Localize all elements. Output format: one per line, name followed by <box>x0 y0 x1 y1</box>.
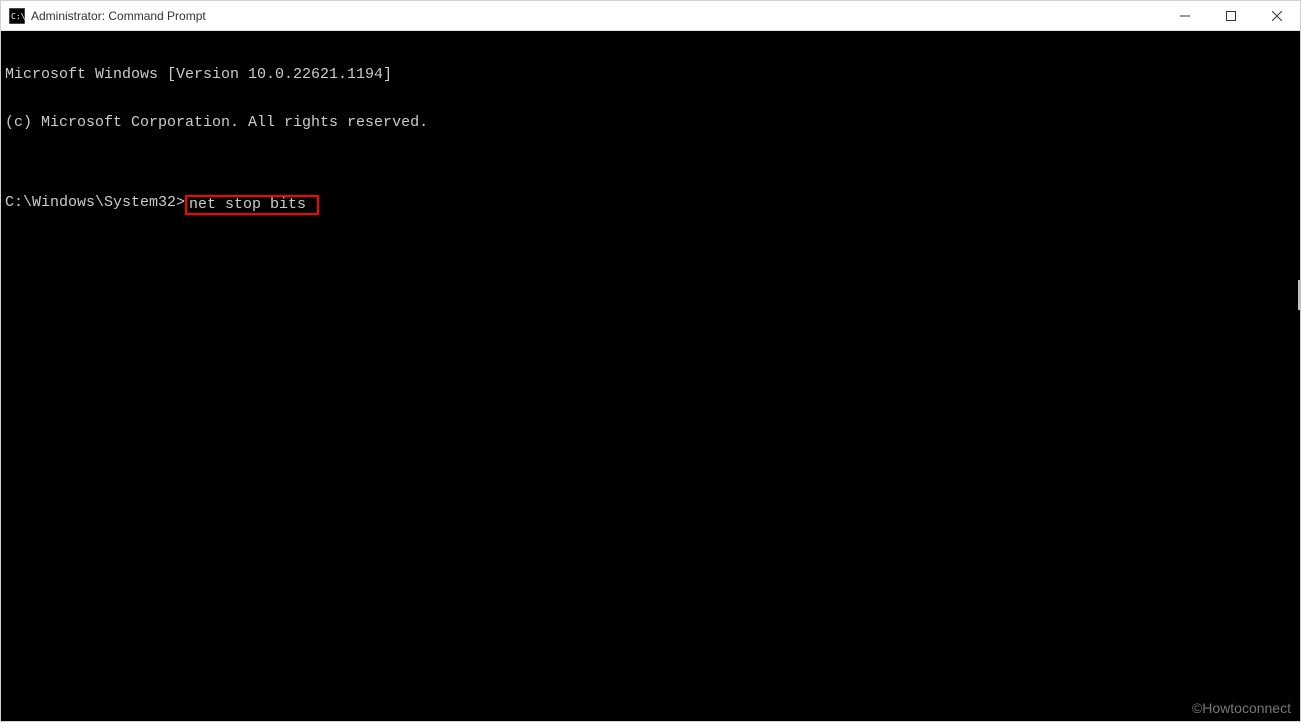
command-prompt-window: C:\ Administrator: Command Prompt <box>0 0 1301 722</box>
console-line-version: Microsoft Windows [Version 10.0.22621.11… <box>5 67 1296 83</box>
console-command: net stop bits <box>189 196 306 213</box>
console-prompt-line: C:\Windows\System32>net stop bits <box>5 195 1296 215</box>
titlebar[interactable]: C:\ Administrator: Command Prompt <box>1 1 1300 31</box>
window-controls <box>1162 1 1300 30</box>
console-line-copyright: (c) Microsoft Corporation. All rights re… <box>5 115 1296 131</box>
minimize-button[interactable] <box>1162 1 1208 30</box>
cmd-icon: C:\ <box>9 8 25 24</box>
svg-text:C:\: C:\ <box>11 12 25 21</box>
maximize-button[interactable] <box>1208 1 1254 30</box>
maximize-icon <box>1226 11 1236 21</box>
close-icon <box>1272 11 1282 21</box>
console-area[interactable]: Microsoft Windows [Version 10.0.22621.11… <box>1 31 1300 721</box>
minimize-icon <box>1180 11 1190 21</box>
close-button[interactable] <box>1254 1 1300 30</box>
watermark: ©Howtoconnect <box>1192 700 1291 716</box>
window-title: Administrator: Command Prompt <box>31 9 1162 23</box>
highlighted-command: net stop bits <box>185 195 319 215</box>
console-prompt: C:\Windows\System32> <box>5 195 185 215</box>
